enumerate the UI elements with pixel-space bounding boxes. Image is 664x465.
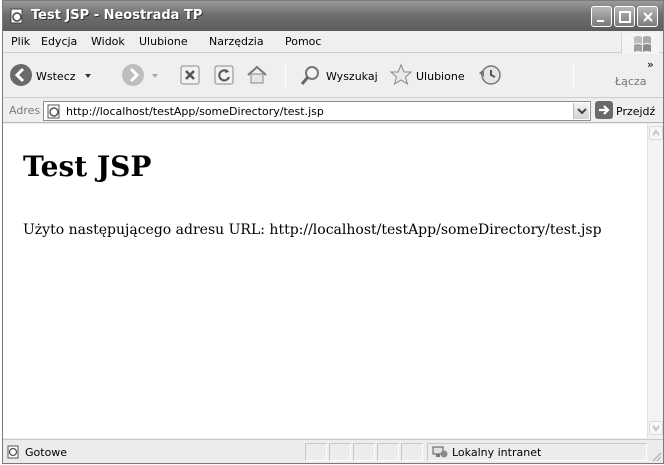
menu-widok[interactable]: Widok [91,35,125,48]
zone-panel: Lokalny intranet [427,443,647,461]
back-button[interactable]: Wstecz [9,62,92,90]
resize-grip-icon[interactable] [650,450,662,465]
page-text: Użyto następującego adresu URL: http://l… [23,222,602,238]
maximize-button[interactable] [614,6,635,27]
address-input[interactable]: http://localhost/testApp/someDirectory/t… [43,101,591,121]
status-panel [329,443,351,461]
status-text: Gotowe [25,446,68,459]
back-dropdown-icon[interactable] [84,70,92,83]
go-label: Przejdź [616,104,656,118]
history-button[interactable] [477,62,503,90]
search-label: Wyszukaj [326,69,378,83]
search-button[interactable]: Wyszukaj [299,62,378,90]
status-panel [305,443,327,461]
toolbar: Wstecz Wyszukaj Ulubione » Łącza [3,54,663,98]
home-button[interactable] [245,62,269,90]
status-bar: Gotowe Lokalny intranet [3,439,663,463]
stop-button[interactable] [179,62,201,90]
vertical-scrollbar[interactable] [647,124,663,438]
links-label[interactable]: Łącza [615,75,647,88]
refresh-icon [213,64,235,89]
page-content: Test JSP Użyto następującego adresu URL:… [3,124,647,438]
go-button[interactable]: Przejdź [595,100,656,122]
menu-bar: Plik Edycja Widok Ulubione Narzędzia Pom… [3,31,663,63]
address-dropdown-button[interactable] [573,103,589,119]
favorites-label: Ulubione [416,69,465,83]
menu-narzedzia[interactable]: Narzędzia [209,35,264,48]
go-arrow-icon [595,100,613,122]
menu-pomoc[interactable]: Pomoc [285,35,321,48]
title-bar[interactable]: Test JSP - Neostrada TP [3,1,663,31]
forward-arrow-icon [121,63,145,90]
status-panel [401,443,423,461]
refresh-button[interactable] [213,62,235,90]
page-heading: Test JSP [23,150,152,183]
browser-window: Test JSP - Neostrada TP Plik Edycja Wido… [2,0,664,464]
home-icon [245,63,269,90]
address-bar: Adres http://localhost/testApp/someDirec… [3,99,663,123]
address-label: Adres [9,104,41,117]
history-icon [477,63,503,90]
back-label: Wstecz [36,69,76,83]
favorites-button[interactable]: Ulubione [389,62,465,90]
zone-text: Lokalny intranet [452,446,542,459]
status-panel [377,443,399,461]
back-arrow-icon [9,63,33,90]
star-icon [389,63,413,90]
status-page-icon [7,445,21,462]
forward-button[interactable] [121,62,159,90]
toolbar-overflow-chevron[interactable]: » [647,58,654,71]
menu-ulubione[interactable]: Ulubione [139,35,188,48]
scroll-up-button[interactable] [649,126,663,140]
intranet-icon [432,445,448,462]
toolbar-separator [285,62,286,90]
minimize-button[interactable] [591,6,612,27]
address-url[interactable]: http://localhost/testApp/someDirectory/t… [66,105,324,118]
ie-page-icon [47,104,62,122]
ie-page-icon [9,8,25,24]
status-panel [353,443,375,461]
scroll-down-button[interactable] [649,421,663,435]
stop-icon [179,64,201,89]
window-title: Test JSP - Neostrada TP [31,8,203,23]
close-button[interactable] [637,6,658,27]
search-icon [299,63,323,90]
forward-dropdown-icon[interactable] [151,70,159,83]
menu-edycja[interactable]: Edycja [41,35,77,48]
menu-plik[interactable]: Plik [11,35,30,48]
toolbar-separator [573,62,574,90]
